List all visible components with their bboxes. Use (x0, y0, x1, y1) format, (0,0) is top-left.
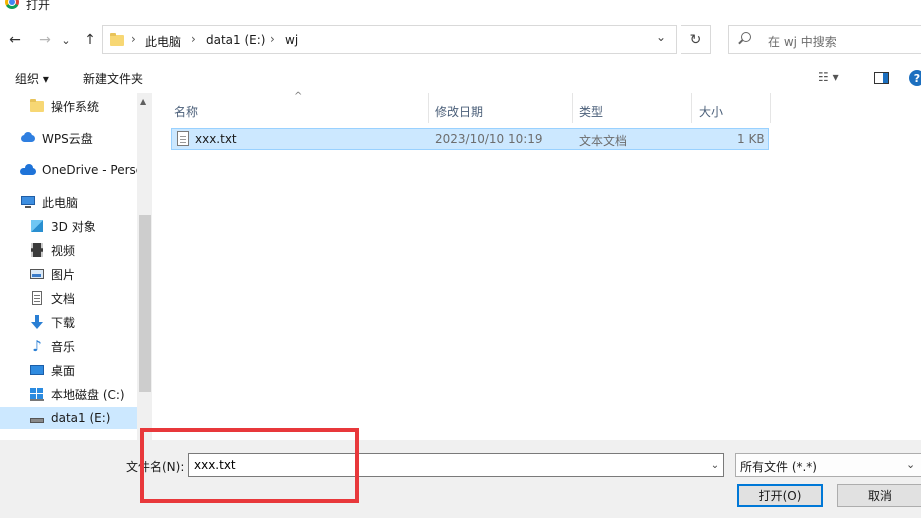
sidebar-item-label: 3D 对象 (51, 219, 96, 234)
sidebar-item-label: 音乐 (51, 339, 76, 354)
column-header-size[interactable]: 大小 (699, 99, 723, 123)
sidebar-item-downloads[interactable]: 下载 (0, 311, 137, 333)
chevron-down-icon: ⌄ (61, 33, 71, 47)
file-type-filter-value: 所有文件 (*.*) (740, 460, 817, 474)
preview-pane-icon (883, 73, 888, 83)
forward-arrow-icon: → (39, 32, 51, 48)
back-button[interactable]: ← (5, 30, 25, 50)
file-modified-date: 2023/10/10 10:19 (435, 132, 543, 146)
help-icon: ? (913, 71, 921, 85)
sidebar-item-music[interactable]: ♪ 音乐 (0, 335, 137, 357)
sidebar-item-label: WPS云盘 (42, 131, 93, 146)
filename-input[interactable] (188, 453, 724, 477)
video-icon (29, 242, 45, 258)
sidebar-item-pictures[interactable]: 图片 (0, 263, 137, 285)
sidebar-item-local-disk-c[interactable]: 本地磁盘 (C:) (0, 383, 137, 405)
computer-icon (20, 194, 36, 210)
column-header-modified[interactable]: 修改日期 (435, 99, 483, 123)
text-file-icon (177, 131, 189, 146)
sidebar-item-desktop[interactable]: 桌面 (0, 359, 137, 381)
dialog-footer: 文件名(N): ⌄ 所有文件 (*.*) ⌄ 打开(O) 取消 (0, 440, 921, 518)
desktop-icon (29, 362, 45, 378)
column-header-type[interactable]: 类型 (579, 99, 603, 123)
sidebar-item-label: data1 (E:) (51, 411, 111, 425)
windows-drive-icon (29, 386, 45, 402)
open-button[interactable]: 打开(O) (737, 484, 823, 507)
view-options-button[interactable]: ☷ ▾ (818, 70, 839, 84)
sort-ascending-icon: ^ (294, 91, 303, 102)
file-row[interactable]: xxx.txt 2023/10/10 10:19 文本文档 1 KB (171, 128, 769, 150)
search-box[interactable]: 在 wj 中搜索 (728, 25, 921, 54)
file-size: 1 KB (737, 132, 765, 146)
address-dropdown-button[interactable]: ⌄ (656, 30, 666, 44)
folder-icon (109, 31, 125, 47)
sidebar-item-label: 下载 (51, 315, 76, 330)
column-divider[interactable] (691, 93, 692, 123)
scroll-up-arrow-icon[interactable]: ▲ (140, 97, 146, 106)
breadcrumb-separator: › (270, 32, 275, 46)
up-arrow-icon: ↑ (84, 32, 96, 48)
sidebar-item-label: 文档 (51, 291, 76, 306)
breadcrumb-wj[interactable]: wj (285, 33, 298, 47)
search-placeholder: 在 wj 中搜索 (768, 35, 837, 49)
breadcrumb-separator: › (191, 32, 196, 46)
sidebar-item-os[interactable]: 操作系统 (0, 95, 137, 117)
onedrive-icon (20, 162, 36, 178)
cube-icon (29, 218, 45, 234)
folder-icon (29, 98, 45, 114)
music-icon: ♪ (32, 337, 42, 355)
chrome-app-icon (5, 0, 19, 9)
sidebar-item-label: 图片 (51, 267, 76, 282)
title-bar: 打开 (0, 0, 921, 18)
drive-icon (29, 410, 45, 426)
sidebar-item-label: 桌面 (51, 363, 76, 378)
file-list: ^ 名称 修改日期 类型 大小 xxx.txt 2023/10/10 10:19… (153, 91, 921, 440)
cloud-icon (20, 130, 36, 146)
sidebar-item-documents[interactable]: 文档 (0, 287, 137, 309)
help-button[interactable]: ? (909, 70, 921, 86)
filename-dropdown-button[interactable]: ⌄ (706, 453, 724, 477)
sidebar-item-onedrive[interactable]: OneDrive - Perso (0, 159, 143, 181)
breadcrumb-this-pc[interactable]: 此电脑 (145, 33, 181, 50)
sidebar-item-wps-cloud[interactable]: WPS云盘 (0, 127, 137, 149)
up-button[interactable]: ↑ (80, 30, 100, 50)
breadcrumb-data1[interactable]: data1 (E:) (206, 33, 265, 47)
preview-pane-button[interactable] (874, 72, 889, 84)
filename-label: 文件名(N): (126, 460, 185, 474)
refresh-button[interactable]: ↻ (681, 25, 711, 54)
column-divider[interactable] (572, 93, 573, 123)
address-bar[interactable]: › 此电脑 › data1 (E:) › wj ⌄ (102, 25, 677, 54)
column-header-name[interactable]: 名称 (174, 99, 198, 123)
column-divider[interactable] (428, 93, 429, 123)
sidebar-item-label: 此电脑 (42, 195, 79, 210)
organize-button[interactable]: 组织 ▾ (15, 70, 49, 87)
cancel-button[interactable]: 取消 (837, 484, 921, 507)
command-bar: 组织 ▾ 新建文件夹 ☷ ▾ ? (0, 63, 921, 93)
sidebar-item-label: OneDrive - Perso (42, 163, 144, 177)
sidebar-scrollbar-thumb[interactable] (139, 215, 151, 392)
refresh-icon: ↻ (689, 31, 702, 48)
sidebar-item-label: 本地磁盘 (C:) (51, 387, 125, 402)
navigation-pane: 操作系统 WPS云盘 OneDrive - Perso 此电脑 3D 对象 视频… (0, 93, 152, 440)
column-divider[interactable] (770, 93, 771, 123)
window-title: 打开 (26, 0, 51, 12)
file-type: 文本文档 (579, 134, 628, 148)
sidebar-item-label: 操作系统 (51, 99, 100, 114)
chevron-down-icon: ⌄ (906, 458, 916, 471)
forward-button[interactable]: → (35, 30, 55, 50)
new-folder-button[interactable]: 新建文件夹 (83, 70, 143, 87)
download-icon (29, 314, 45, 330)
recent-locations-button[interactable]: ⌄ (59, 30, 73, 50)
breadcrumb-separator: › (131, 32, 136, 46)
sidebar-item-label: 视频 (51, 243, 76, 258)
sidebar-item-this-pc[interactable]: 此电脑 (0, 191, 137, 213)
file-name: xxx.txt (195, 132, 237, 146)
file-type-filter[interactable]: 所有文件 (*.*) ⌄ (735, 453, 921, 477)
picture-icon (29, 266, 45, 282)
document-icon (29, 290, 45, 306)
back-arrow-icon: ← (9, 32, 21, 48)
sidebar-item-data1-e[interactable]: data1 (E:) (0, 407, 137, 429)
sidebar-item-3d-objects[interactable]: 3D 对象 (0, 215, 137, 237)
sidebar-item-videos[interactable]: 视频 (0, 239, 137, 261)
